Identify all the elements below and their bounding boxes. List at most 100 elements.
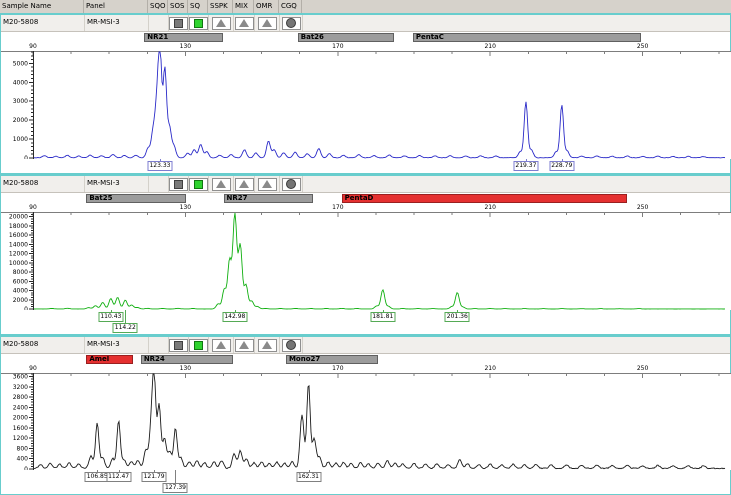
sos-flag-icon xyxy=(174,341,183,350)
svg-text:2000: 2000 xyxy=(13,297,28,304)
peak-size-label[interactable]: 123.33 xyxy=(147,161,172,171)
sspk-flag-icon xyxy=(216,19,226,27)
sq-flag-icon xyxy=(194,341,203,350)
marker-bar-mono27[interactable]: Mono27 xyxy=(286,355,378,364)
svg-text:1200: 1200 xyxy=(13,435,28,442)
column-header-mix: MIX xyxy=(233,0,254,13)
x-tick-label: 170 xyxy=(326,204,350,211)
marker-bar-nr21[interactable]: NR21 xyxy=(144,33,222,42)
svg-text:10000: 10000 xyxy=(9,260,28,267)
x-tick-label: 130 xyxy=(173,204,197,211)
sample-row[interactable]: M20-5808 MR-MSI-3 xyxy=(1,15,730,32)
svg-text:16000: 16000 xyxy=(9,232,28,239)
x-tick-label: 130 xyxy=(173,43,197,50)
peak-size-label[interactable]: 127.39 xyxy=(163,483,188,493)
sample-name-cell: M20-5808 xyxy=(1,337,85,353)
svg-text:12000: 12000 xyxy=(9,251,28,258)
peak-size-label[interactable]: 110.43 xyxy=(98,312,123,322)
x-tick-label: 170 xyxy=(326,365,350,372)
x-tick-label: 250 xyxy=(631,43,655,50)
svg-text:18000: 18000 xyxy=(9,223,28,230)
omr-flag-icon xyxy=(262,180,272,188)
column-header-sspk: SSPK xyxy=(208,0,233,13)
peak-size-label[interactable]: 162.31 xyxy=(296,472,321,482)
svg-text:3000: 3000 xyxy=(13,98,28,105)
omr-flag-icon xyxy=(262,341,272,349)
mix-flag-icon xyxy=(239,341,249,349)
sos-flag-icon xyxy=(174,180,183,189)
x-tick-label: 210 xyxy=(478,43,502,50)
column-header-cgq: CGQ xyxy=(279,0,302,13)
marker-bar-nr27[interactable]: NR27 xyxy=(224,194,314,203)
mix-flag-icon xyxy=(239,180,249,188)
x-axis-labels: 90130170210250 xyxy=(1,204,730,212)
peak-label-connector xyxy=(175,470,176,483)
peak-label-row: 123.33 219.37 228.79 xyxy=(1,159,730,173)
peak-label-connector xyxy=(125,310,126,323)
svg-text:2000: 2000 xyxy=(13,117,28,124)
sspk-flag-icon xyxy=(216,341,226,349)
peak-size-label[interactable]: 181.81 xyxy=(370,312,395,322)
peak-label-row: 110.43114.22 142.98 181.81 201.36 xyxy=(1,310,730,334)
svg-text:5000: 5000 xyxy=(13,60,28,67)
peak-label-row: 106.85112.47121.79127.39162.31 xyxy=(1,470,730,494)
column-header-sq: SQ xyxy=(188,0,208,13)
peak-size-label[interactable]: 112.47 xyxy=(106,472,131,482)
x-tick-label: 210 xyxy=(478,204,502,211)
x-tick-label: 130 xyxy=(173,365,197,372)
peak-size-label[interactable]: 121.79 xyxy=(142,472,167,482)
marker-bar-bat25[interactable]: Bat25 xyxy=(86,194,186,203)
x-tick-label: 170 xyxy=(326,43,350,50)
sq-flag-icon xyxy=(194,180,203,189)
peak-size-label[interactable]: 219.37 xyxy=(513,161,538,171)
x-tick-label: 90 xyxy=(21,204,45,211)
svg-text:8000: 8000 xyxy=(13,269,28,276)
marker-bar-nr24[interactable]: NR24 xyxy=(141,355,233,364)
sos-flag-icon xyxy=(174,19,183,28)
sample-group-black: M20-5808 MR-MSI-3 Amel NR24 Mono27 90 130 17… xyxy=(0,335,731,495)
svg-text:14000: 14000 xyxy=(9,241,28,248)
marker-bar-bat26[interactable]: Bat26 xyxy=(298,33,394,42)
peak-size-label[interactable]: 142.98 xyxy=(222,312,247,322)
panel-name-cell: MR-MSI-3 xyxy=(85,176,149,192)
panel-name-cell: MR-MSI-3 xyxy=(85,337,149,353)
svg-text:400: 400 xyxy=(17,456,29,463)
sqo-flag-cell xyxy=(149,15,169,31)
svg-text:2800: 2800 xyxy=(13,394,28,401)
marker-bar-amel[interactable]: Amel xyxy=(86,355,132,364)
sqo-flag-cell xyxy=(149,176,169,192)
svg-text:2000: 2000 xyxy=(13,415,28,422)
marker-bar-pentad[interactable]: PentaD xyxy=(342,194,628,203)
cgq-flag-icon xyxy=(286,18,296,28)
marker-bar-pentac[interactable]: PentaC xyxy=(413,33,641,42)
x-tick-label: 90 xyxy=(21,43,45,50)
sample-row[interactable]: M20-5808 MR-MSI-3 xyxy=(1,176,730,193)
svg-text:4000: 4000 xyxy=(13,79,28,86)
column-header-omr: OMR xyxy=(254,0,279,13)
electropherogram-plot[interactable]: 010002000300040005000 xyxy=(1,51,731,159)
sqo-flag-cell xyxy=(149,337,169,353)
x-axis-labels: 90 130 170 210 250 xyxy=(1,43,730,51)
peak-size-label[interactable]: 228.79 xyxy=(549,161,574,171)
sample-group-blue: M20-5808 MR-MSI-3 NR21 Bat26 PentaC 90 130 1… xyxy=(0,13,731,174)
column-header-sos: SOS xyxy=(168,0,188,13)
peak-size-label[interactable]: 114.22 xyxy=(113,323,138,333)
electropherogram-plot[interactable]: 04008001200160020002400280032003600 xyxy=(1,373,731,470)
x-axis-labels: 90130170210250 xyxy=(1,365,730,373)
svg-text:20000: 20000 xyxy=(9,214,28,221)
column-header-sqo: SQO xyxy=(148,0,168,13)
peak-size-label[interactable]: 201.36 xyxy=(445,312,470,322)
x-tick-label: 250 xyxy=(631,365,655,372)
samples-table-header: Sample Name Panel SQO SOS SQ SSPK MIX OM… xyxy=(0,0,731,13)
svg-text:3200: 3200 xyxy=(13,384,28,391)
header-filler xyxy=(302,0,731,13)
svg-text:1600: 1600 xyxy=(13,425,28,432)
x-tick-label: 90 xyxy=(21,365,45,372)
sample-row[interactable]: M20-5808 MR-MSI-3 xyxy=(1,337,730,354)
cgq-flag-icon xyxy=(286,179,296,189)
svg-text:6000: 6000 xyxy=(13,278,28,285)
marker-bar-row: Amel NR24 Mono27 xyxy=(1,354,730,365)
column-header-panel: Panel xyxy=(84,0,148,13)
marker-bar-row: NR21 Bat26 PentaC xyxy=(1,32,730,43)
electropherogram-plot[interactable]: 0200040006000800010000120001400016000180… xyxy=(1,212,731,310)
